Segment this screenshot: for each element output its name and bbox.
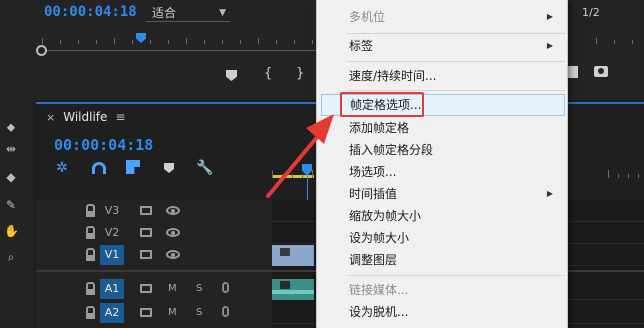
menu-item-time-interpolation[interactable]: 时间插值 ▶ [321, 183, 565, 205]
lock-icon[interactable] [86, 306, 95, 319]
submenu-arrow-icon: ▶ [546, 189, 553, 198]
fit-select-value: 适合 [152, 6, 177, 20]
menu-item-multicam[interactable]: 多机位 ▶ [321, 6, 565, 28]
solo-button[interactable]: S [196, 303, 202, 323]
resolution-select[interactable]: 1/2 [582, 6, 600, 19]
menu-item-label: 场选项... [349, 165, 397, 179]
rolling-edit-icon[interactable]: ⇹ [4, 142, 18, 156]
menu-separator [347, 33, 565, 34]
hand-tool-icon[interactable]: ✋ [4, 224, 19, 238]
context-menu: 多机位 ▶ 标签 ▶ 速度/持续时间... 帧定格选项... 添加帧定格 插入帧… [316, 0, 568, 328]
mark-in-button[interactable]: { [264, 66, 272, 82]
microphone-icon[interactable] [222, 306, 229, 317]
close-icon[interactable]: × [46, 111, 55, 124]
menu-item-add-frame-hold[interactable]: 添加帧定格 [321, 117, 565, 139]
track-headers: V3 V2 V1 A1 M S A2 M S [36, 200, 272, 328]
video-clip[interactable] [272, 245, 314, 266]
menu-separator [347, 90, 565, 91]
sync-lock-icon[interactable] [140, 206, 152, 215]
menu-item-label: 链接媒体... [349, 283, 409, 297]
tab-wildlife[interactable]: × Wildlife ≡ [36, 104, 125, 130]
lock-icon[interactable] [86, 204, 95, 217]
timeline-timecode[interactable]: 00:00:04:18 [54, 136, 153, 154]
sync-lock-icon[interactable] [140, 284, 152, 293]
track-name[interactable]: A2 [100, 303, 124, 323]
sync-lock-icon[interactable] [140, 308, 152, 317]
mute-button[interactable]: M [168, 303, 177, 323]
menu-separator [347, 61, 565, 62]
audio-clip[interactable] [272, 279, 314, 300]
menu-item-insert-frame-hold-segment[interactable]: 插入帧定格分段 [321, 139, 565, 161]
zoom-tool-icon[interactable]: ⌕ [4, 250, 18, 264]
eye-icon[interactable] [166, 206, 180, 215]
track-name[interactable]: V1 [100, 245, 124, 265]
track-header-a1: A1 M S [36, 278, 272, 300]
lock-icon[interactable] [86, 226, 95, 239]
lock-icon[interactable] [86, 248, 95, 261]
menu-item-label: 添加帧定格 [349, 121, 410, 135]
pen-tool-icon[interactable]: ✎ [4, 198, 18, 212]
fit-select[interactable]: 适合 ▼ [146, 6, 230, 22]
lock-icon[interactable] [86, 282, 95, 295]
menu-item-label: 设为帧大小 [349, 231, 410, 245]
add-marker-icon[interactable] [164, 163, 174, 173]
sync-lock-icon[interactable] [140, 250, 152, 259]
wrench-icon[interactable]: 🔧 [196, 160, 213, 176]
menu-item-scale-to-frame-size[interactable]: 缩放为帧大小 [321, 205, 565, 227]
tools-panel: ⬥ ⇹ ◆ ✎ ✋ ⌕ [0, 100, 34, 328]
menu-item-make-offline[interactable]: 设为脱机... [321, 301, 565, 323]
mark-out-button[interactable]: } [296, 66, 304, 82]
menu-item-label: 标签 [349, 39, 374, 53]
menu-item-label: 设为脱机... [349, 305, 409, 319]
monitor-zoom-scrollbar[interactable] [42, 50, 316, 51]
track-header-v3: V3 [36, 200, 272, 222]
submenu-arrow-icon: ▶ [546, 12, 553, 21]
mute-button[interactable]: M [168, 279, 177, 299]
fx-badge-icon [280, 281, 290, 289]
menu-item-link-media[interactable]: 链接媒体... [321, 279, 565, 301]
premiere-workspace: 00:00:04:18 适合 ▼ 1/2 { } ⬥ ⇹ ◆ ✎ ✋ ⌕ × W… [0, 0, 644, 328]
submenu-arrow-icon: ▶ [546, 41, 553, 50]
menu-item-label: 缩放为帧大小 [349, 209, 422, 223]
eye-icon[interactable] [166, 250, 180, 259]
camera-icon[interactable] [594, 66, 608, 77]
ripple-edit-icon[interactable]: ⬥ [4, 120, 18, 134]
track-header-a2: A2 M S [36, 302, 272, 324]
menu-item-adjustment-layer[interactable]: 调整图层 [321, 249, 565, 271]
waveform [272, 290, 314, 294]
highlight-box [340, 92, 424, 117]
add-marker-button[interactable] [226, 70, 237, 81]
program-timecode[interactable]: 00:00:04:18 [44, 4, 137, 20]
menu-item-field-options[interactable]: 场选项... [321, 161, 565, 183]
menu-item-label: 多机位 [349, 10, 386, 24]
snap-magnet-icon[interactable] [92, 162, 106, 174]
track-name[interactable]: A1 [100, 279, 124, 299]
menu-item-set-to-frame-size[interactable]: 设为帧大小 [321, 227, 565, 249]
sequence-tab-label: Wildlife [63, 110, 108, 124]
menu-item-speed-duration[interactable]: 速度/持续时间... [321, 65, 565, 87]
menu-item-label-submenu[interactable]: 标签 ▶ [321, 35, 565, 57]
eye-icon[interactable] [166, 228, 180, 237]
menu-item-label: 调整图层 [349, 253, 398, 267]
sync-lock-icon[interactable] [140, 228, 152, 237]
track-name[interactable]: V2 [100, 223, 124, 243]
microphone-icon[interactable] [222, 282, 229, 293]
nest-sequence-icon[interactable]: ✲ [56, 160, 72, 176]
marker-icon [226, 70, 237, 81]
solo-button[interactable]: S [196, 279, 202, 299]
chevron-down-icon: ▼ [219, 8, 226, 18]
fx-badge-icon [280, 248, 290, 256]
panel-menu-icon[interactable]: ≡ [115, 110, 125, 124]
scrollbar-handle[interactable] [36, 45, 47, 56]
menu-item-label: 速度/持续时间... [349, 69, 437, 83]
menu-item-label: 插入帧定格分段 [349, 143, 434, 157]
menu-separator [347, 275, 565, 276]
linked-selection-icon[interactable] [126, 160, 140, 174]
track-name[interactable]: V3 [100, 201, 124, 221]
track-header-v2: V2 [36, 222, 272, 244]
slip-tool-icon[interactable]: ◆ [4, 170, 18, 184]
track-header-v1: V1 [36, 244, 272, 266]
menu-item-label: 时间插值 [349, 187, 398, 201]
